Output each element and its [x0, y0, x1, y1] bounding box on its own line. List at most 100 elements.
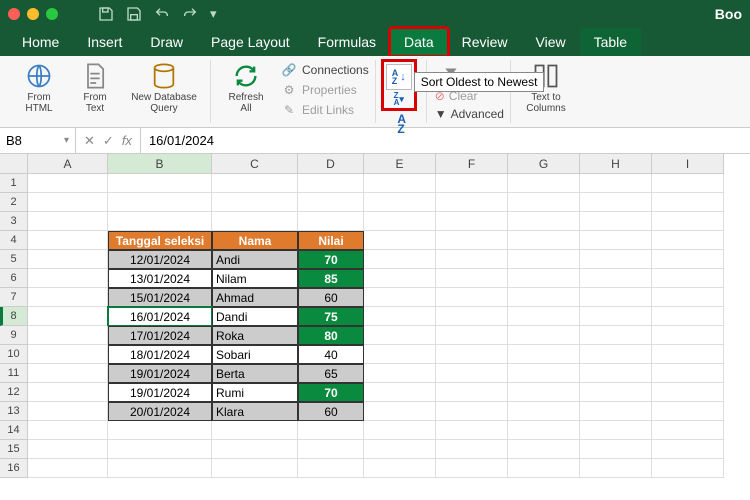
- cell-E12[interactable]: [364, 383, 436, 402]
- cell-A7[interactable]: [28, 288, 108, 307]
- cell-A3[interactable]: [28, 212, 108, 231]
- cell-I12[interactable]: [652, 383, 724, 402]
- autosave-icon[interactable]: [98, 6, 114, 22]
- edit-links-button[interactable]: ✎Edit Links: [281, 102, 369, 118]
- tab-formulas[interactable]: Formulas: [304, 28, 390, 56]
- cell-G11[interactable]: [508, 364, 580, 383]
- cell-H11[interactable]: [580, 364, 652, 383]
- cell-G13[interactable]: [508, 402, 580, 421]
- cell-B9[interactable]: 17/01/2024: [108, 326, 212, 345]
- cell-E5[interactable]: [364, 250, 436, 269]
- cell-I14[interactable]: [652, 421, 724, 440]
- cell-C8[interactable]: Dandi: [212, 307, 298, 326]
- cell-F7[interactable]: [436, 288, 508, 307]
- redo-icon[interactable]: [182, 6, 198, 22]
- cell-A6[interactable]: [28, 269, 108, 288]
- cell-B1[interactable]: [108, 174, 212, 193]
- close-icon[interactable]: [8, 8, 20, 20]
- cell-H16[interactable]: [580, 459, 652, 478]
- undo-icon[interactable]: [154, 6, 170, 22]
- from-html-button[interactable]: From HTML: [12, 62, 66, 114]
- cell-E13[interactable]: [364, 402, 436, 421]
- row-header-11[interactable]: 11: [0, 364, 28, 383]
- cell-H5[interactable]: [580, 250, 652, 269]
- cell-C13[interactable]: Klara: [212, 402, 298, 421]
- cell-D12[interactable]: 70: [298, 383, 364, 402]
- row-header-6[interactable]: 6: [0, 269, 28, 288]
- cell-A8[interactable]: [28, 307, 108, 326]
- column-header-A[interactable]: A: [28, 154, 108, 174]
- cell-A10[interactable]: [28, 345, 108, 364]
- cell-D6[interactable]: 85: [298, 269, 364, 288]
- column-header-B[interactable]: B: [108, 154, 212, 174]
- cell-G10[interactable]: [508, 345, 580, 364]
- cell-A9[interactable]: [28, 326, 108, 345]
- cell-B8[interactable]: 16/01/2024: [108, 307, 212, 326]
- cell-C11[interactable]: Berta: [212, 364, 298, 383]
- cell-I6[interactable]: [652, 269, 724, 288]
- cell-C3[interactable]: [212, 212, 298, 231]
- column-header-G[interactable]: G: [508, 154, 580, 174]
- cell-F10[interactable]: [436, 345, 508, 364]
- cell-D14[interactable]: [298, 421, 364, 440]
- cell-F5[interactable]: [436, 250, 508, 269]
- cell-H2[interactable]: [580, 193, 652, 212]
- sort-dialog-button[interactable]: AZ: [384, 114, 420, 134]
- cell-B16[interactable]: [108, 459, 212, 478]
- tab-draw[interactable]: Draw: [136, 28, 197, 56]
- cell-F6[interactable]: [436, 269, 508, 288]
- cell-H3[interactable]: [580, 212, 652, 231]
- tab-insert[interactable]: Insert: [73, 28, 136, 56]
- cell-D3[interactable]: [298, 212, 364, 231]
- row-header-1[interactable]: 1: [0, 174, 28, 193]
- cell-C9[interactable]: Roka: [212, 326, 298, 345]
- cell-H12[interactable]: [580, 383, 652, 402]
- cell-E11[interactable]: [364, 364, 436, 383]
- qat-dropdown-icon[interactable]: ▾: [210, 6, 226, 22]
- cell-A14[interactable]: [28, 421, 108, 440]
- cell-I16[interactable]: [652, 459, 724, 478]
- row-header-13[interactable]: 13: [0, 402, 28, 421]
- cell-G1[interactable]: [508, 174, 580, 193]
- cell-H8[interactable]: [580, 307, 652, 326]
- column-header-D[interactable]: D: [298, 154, 364, 174]
- cell-B4[interactable]: Tanggal seleksi: [108, 231, 212, 250]
- sort-ascending-button[interactable]: AZ↓: [386, 64, 412, 90]
- save-icon[interactable]: [126, 6, 142, 22]
- cell-E16[interactable]: [364, 459, 436, 478]
- cell-B6[interactable]: 13/01/2024: [108, 269, 212, 288]
- cell-H7[interactable]: [580, 288, 652, 307]
- cell-I7[interactable]: [652, 288, 724, 307]
- cell-D4[interactable]: Nilai: [298, 231, 364, 250]
- column-header-F[interactable]: F: [436, 154, 508, 174]
- cell-C15[interactable]: [212, 440, 298, 459]
- cell-F3[interactable]: [436, 212, 508, 231]
- cell-E9[interactable]: [364, 326, 436, 345]
- name-box-input[interactable]: [6, 133, 62, 148]
- cell-H4[interactable]: [580, 231, 652, 250]
- cell-C7[interactable]: Ahmad: [212, 288, 298, 307]
- cell-D9[interactable]: 80: [298, 326, 364, 345]
- row-header-16[interactable]: 16: [0, 459, 28, 478]
- row-header-12[interactable]: 12: [0, 383, 28, 402]
- row-header-2[interactable]: 2: [0, 193, 28, 212]
- column-header-C[interactable]: C: [212, 154, 298, 174]
- row-header-7[interactable]: 7: [0, 288, 28, 307]
- cell-D2[interactable]: [298, 193, 364, 212]
- cell-B5[interactable]: 12/01/2024: [108, 250, 212, 269]
- cell-I2[interactable]: [652, 193, 724, 212]
- tab-data[interactable]: Data: [390, 28, 448, 56]
- cell-F2[interactable]: [436, 193, 508, 212]
- cell-E3[interactable]: [364, 212, 436, 231]
- cell-F15[interactable]: [436, 440, 508, 459]
- cell-B3[interactable]: [108, 212, 212, 231]
- maximize-icon[interactable]: [46, 8, 58, 20]
- cell-D11[interactable]: 65: [298, 364, 364, 383]
- column-header-H[interactable]: H: [580, 154, 652, 174]
- sort-descending-button[interactable]: ZA ▾: [386, 92, 412, 106]
- cell-E14[interactable]: [364, 421, 436, 440]
- cell-B14[interactable]: [108, 421, 212, 440]
- cell-G7[interactable]: [508, 288, 580, 307]
- cell-E8[interactable]: [364, 307, 436, 326]
- cell-E7[interactable]: [364, 288, 436, 307]
